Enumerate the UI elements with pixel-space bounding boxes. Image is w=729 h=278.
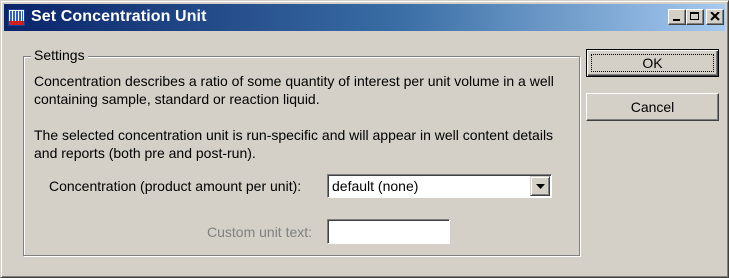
app-grid-icon [8, 9, 25, 26]
title-bar[interactable]: Set Concentration Unit [4, 4, 725, 31]
dropdown-button[interactable] [530, 176, 550, 196]
run-specific-note: The selected concentration unit is run-s… [34, 127, 554, 161]
concentration-selected-value: default (none) [332, 178, 419, 194]
maximize-icon [690, 12, 699, 20]
dialog-window: Set Concentration Unit Settings Concentr… [0, 0, 729, 278]
maximize-button[interactable] [686, 9, 704, 25]
minimize-button[interactable] [668, 9, 686, 25]
ok-button[interactable]: OK [586, 49, 719, 77]
chevron-down-icon [536, 184, 545, 189]
custom-unit-label: Custom unit text: [207, 224, 313, 240]
concentration-label: Concentration (product amount per unit): [49, 178, 302, 194]
concentration-description: Concentration describes a ratio of some … [34, 73, 554, 107]
window-title: Set Concentration Unit [31, 8, 207, 25]
concentration-select[interactable]: default (none) [327, 174, 552, 198]
cancel-button[interactable]: Cancel [586, 93, 719, 121]
minimize-icon [673, 19, 680, 21]
close-button[interactable] [706, 9, 724, 25]
custom-unit-input[interactable] [327, 219, 450, 244]
close-icon [710, 12, 720, 21]
ok-button-label: OK [642, 55, 663, 71]
settings-group-label: Settings [31, 46, 88, 64]
